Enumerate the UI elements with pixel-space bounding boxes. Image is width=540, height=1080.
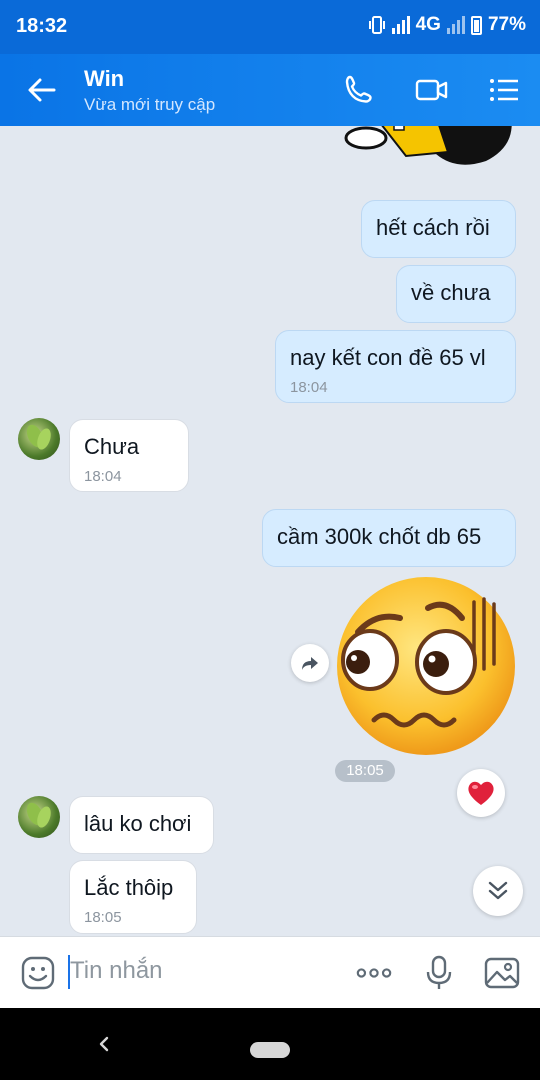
message-text: nay kết con đề 65 vl xyxy=(290,345,486,370)
double-chevron-down-icon xyxy=(488,881,508,900)
cartoon-sticker[interactable] xyxy=(336,126,516,176)
system-home-pill[interactable] xyxy=(250,1042,290,1058)
reaction-button[interactable] xyxy=(457,769,505,817)
emoji-sticker-icon[interactable] xyxy=(20,955,56,991)
chat-area[interactable]: hết cách rồi về chưa nay kết con đề 65 v… xyxy=(0,126,540,936)
message-time: 18:05 xyxy=(84,909,122,926)
message-outgoing[interactable]: về chưa xyxy=(396,265,516,323)
message-text: về chưa xyxy=(411,280,491,305)
menu-list-icon[interactable] xyxy=(486,72,522,108)
back-arrow-icon[interactable] xyxy=(24,72,60,108)
message-time: 18:04 xyxy=(84,468,122,485)
system-navigation-bar xyxy=(0,1008,540,1080)
sticker-timestamp: 18:05 xyxy=(335,760,395,782)
message-text: lâu ko chơi xyxy=(84,811,192,836)
message-outgoing[interactable]: hết cách rồi xyxy=(361,200,516,258)
contact-avatar[interactable] xyxy=(18,418,60,460)
message-time: 18:04 xyxy=(290,379,328,396)
image-gallery-icon[interactable] xyxy=(484,955,520,991)
system-back-icon[interactable] xyxy=(96,1036,112,1052)
status-icons: 4G 77% xyxy=(368,14,526,36)
battery-percent: 77% xyxy=(487,14,526,35)
message-text: cầm 300k chốt db 65 xyxy=(277,524,482,549)
message-input[interactable]: Tin nhắn xyxy=(70,957,163,985)
signal-icon xyxy=(391,16,410,34)
forward-button[interactable] xyxy=(291,644,329,682)
contact-name[interactable]: Win xyxy=(84,66,124,92)
message-text: Chưa xyxy=(84,434,140,459)
more-options-icon[interactable] xyxy=(356,955,392,991)
message-composer: Tin nhắn xyxy=(0,936,540,1008)
status-time: 18:32 xyxy=(16,15,68,37)
signal-icon-2 xyxy=(446,16,465,34)
message-incoming[interactable]: Chưa 18:04 xyxy=(69,419,189,492)
phone-call-icon[interactable] xyxy=(342,72,378,108)
message-outgoing[interactable]: cầm 300k chốt db 65 xyxy=(262,509,516,567)
chat-header: Win Vừa mới truy cập xyxy=(0,54,540,126)
message-incoming[interactable]: Lắc thôip 18:05 xyxy=(69,860,197,934)
message-text: Lắc thôip xyxy=(84,875,174,900)
status-bar: 18:32 4G 77% xyxy=(0,0,540,54)
contact-status: Vừa mới truy cập xyxy=(84,95,216,114)
contact-avatar[interactable] xyxy=(18,796,60,838)
microphone-icon[interactable] xyxy=(421,955,457,991)
worried-emoji-sticker[interactable] xyxy=(334,574,518,758)
vibrate-icon xyxy=(368,16,385,34)
heart-icon xyxy=(468,781,494,805)
message-incoming[interactable]: lâu ko chơi xyxy=(69,796,214,854)
video-call-icon[interactable] xyxy=(414,72,450,108)
message-text: hết cách rồi xyxy=(376,215,490,240)
network-type: 4G xyxy=(415,14,441,35)
share-arrow-icon xyxy=(302,657,318,670)
battery-icon xyxy=(470,15,482,35)
message-outgoing[interactable]: nay kết con đề 65 vl 18:04 xyxy=(275,330,516,403)
scroll-to-bottom-button[interactable] xyxy=(473,866,523,916)
